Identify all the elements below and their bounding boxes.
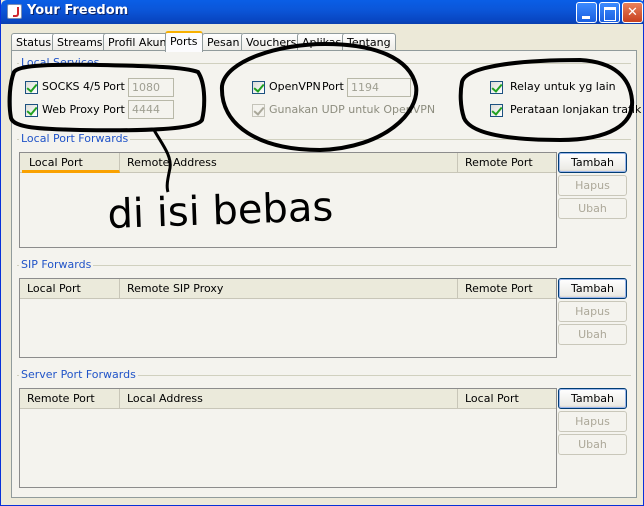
udp-label: Gunakan UDP untuk OpenVPN: [269, 103, 436, 116]
openvpn-port-input[interactable]: [347, 78, 411, 97]
window-title: Your Freedom: [27, 3, 129, 18]
column-remote-port[interactable]: Remote Port: [458, 153, 556, 173]
column-remote-address[interactable]: Remote Address: [120, 153, 458, 173]
socks-checkbox[interactable]: [25, 81, 38, 94]
table-header: Remote Port Local Address Local Port: [20, 389, 556, 409]
web-proxy-port-input[interactable]: [128, 100, 174, 119]
table-header: Local Port Remote SIP Proxy Remote Port: [20, 279, 556, 299]
socks-port-label: Port: [103, 80, 125, 93]
java-app-icon: [7, 4, 22, 19]
column-local-address[interactable]: Local Address: [120, 389, 458, 409]
web-proxy-checkbox[interactable]: [25, 104, 38, 117]
column-remote-port[interactable]: Remote Port: [458, 279, 556, 299]
tab-vouchers[interactable]: Vouchers: [241, 33, 302, 51]
close-button[interactable]: ✕: [622, 2, 643, 23]
openvpn-checkbox[interactable]: [252, 81, 265, 94]
openvpn-port-label: Port: [322, 80, 344, 93]
tab-streams[interactable]: Streams: [52, 33, 108, 51]
sip-forward-remove-button[interactable]: Hapus: [558, 301, 627, 322]
local-forward-remove-button[interactable]: Hapus: [558, 175, 627, 196]
local-services-title: Local Services: [19, 56, 102, 69]
sip-forwards-title: SIP Forwards: [19, 258, 94, 271]
title-bar[interactable]: Your Freedom ✕: [1, 0, 644, 24]
web-proxy-port-label: Port: [103, 103, 125, 116]
tab-ports[interactable]: Ports: [165, 31, 203, 52]
sip-forward-edit-button[interactable]: Ubah: [558, 324, 627, 345]
local-forward-add-button[interactable]: Tambah: [558, 152, 627, 173]
server-port-forwards-table[interactable]: Remote Port Local Address Local Port: [19, 388, 557, 488]
app-window: Your Freedom ✕ Status Streams Profil Aku…: [0, 0, 644, 506]
column-local-port[interactable]: Local Port: [22, 153, 120, 173]
sip-forward-add-button[interactable]: Tambah: [558, 278, 627, 299]
tab-tentang[interactable]: Tentang: [342, 33, 396, 51]
tab-profil-akun[interactable]: Profil Akun: [103, 33, 172, 51]
server-forward-remove-button[interactable]: Hapus: [558, 411, 627, 432]
server-forward-edit-button[interactable]: Ubah: [558, 434, 627, 455]
local-forward-edit-button[interactable]: Ubah: [558, 198, 627, 219]
traffic-shaping-checkbox[interactable]: [490, 104, 503, 117]
server-port-forwards-title: Server Port Forwards: [19, 368, 138, 381]
sip-forwards-table[interactable]: Local Port Remote SIP Proxy Remote Port: [19, 278, 557, 358]
maximize-button[interactable]: [599, 2, 620, 23]
web-proxy-label: Web Proxy: [42, 103, 100, 116]
openvpn-label: OpenVPN: [269, 80, 321, 93]
tab-pesan[interactable]: Pesan: [202, 33, 245, 51]
table-header: Local Port Remote Address Remote Port: [20, 153, 556, 173]
relay-label: Relay untuk yg lain: [510, 80, 616, 93]
socks-port-input[interactable]: [128, 78, 174, 97]
server-forward-add-button[interactable]: Tambah: [558, 388, 627, 409]
tab-status[interactable]: Status: [11, 33, 57, 51]
udp-checkbox[interactable]: [252, 104, 265, 117]
column-local-port[interactable]: Local Port: [458, 389, 556, 409]
sip-forwards-divider: [17, 265, 631, 266]
column-local-port[interactable]: Local Port: [20, 279, 120, 299]
local-port-forwards-table[interactable]: Local Port Remote Address Remote Port: [19, 152, 557, 248]
column-remote-sip-proxy[interactable]: Remote SIP Proxy: [120, 279, 458, 299]
local-services-divider: [17, 63, 631, 64]
traffic-shaping-label: Perataan lonjakan trafik: [510, 103, 642, 116]
column-remote-port[interactable]: Remote Port: [20, 389, 120, 409]
relay-checkbox[interactable]: [490, 81, 503, 94]
local-port-forwards-title: Local Port Forwards: [19, 132, 131, 145]
minimize-button[interactable]: [576, 2, 597, 23]
socks-label: SOCKS 4/5: [42, 80, 101, 93]
